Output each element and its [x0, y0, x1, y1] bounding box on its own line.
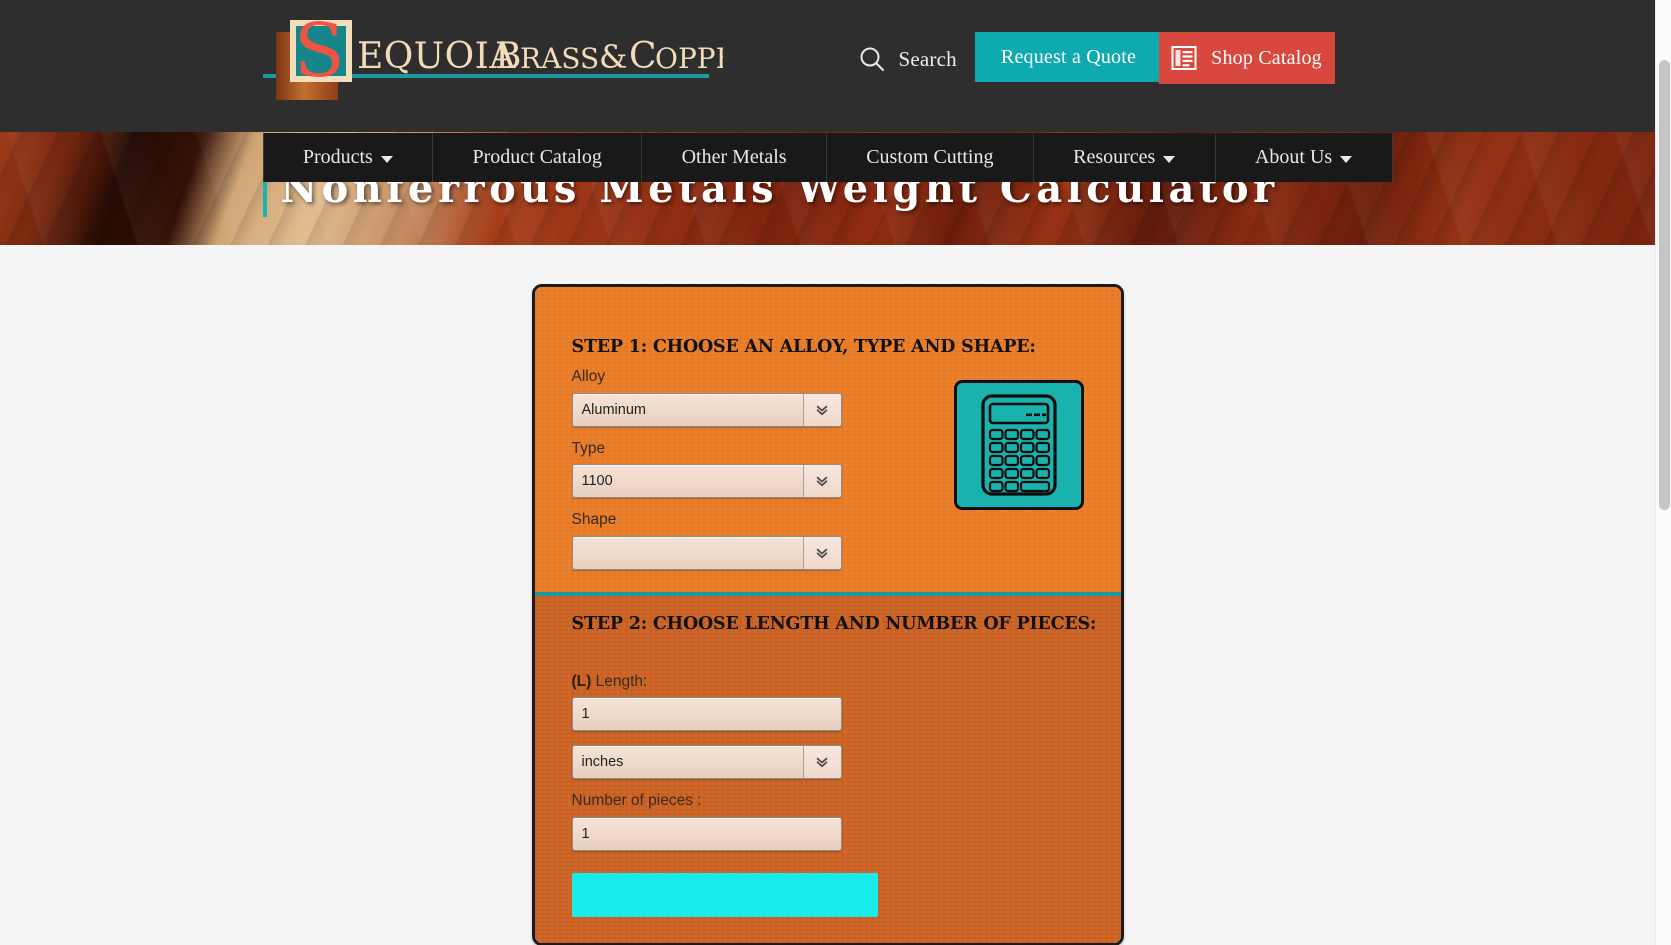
- pieces-input[interactable]: 1: [571, 816, 842, 851]
- request-quote-button[interactable]: Request a Quote: [974, 32, 1163, 82]
- length-unit-value: inches: [581, 754, 624, 771]
- length-label-symbol: (L): [571, 672, 592, 690]
- browser-viewport: S EQUOIA B RASS & C OPPER: [0, 0, 1671, 945]
- length-input-value: 1: [581, 706, 590, 723]
- step1-title: STEP 1: CHOOSE AN ALLOY, TYPE AND SHAPE:: [571, 337, 1036, 357]
- alloy-select-value: Aluminum: [581, 401, 646, 418]
- svg-text:RASS: RASS: [520, 42, 599, 75]
- nav-item-products[interactable]: Products: [264, 133, 434, 182]
- logo-artwork: S EQUOIA B RASS & C OPPER: [262, 8, 758, 104]
- search-icon: [857, 44, 887, 74]
- chevron-down-icon: [1340, 156, 1353, 163]
- nav-item-about-us[interactable]: About Us: [1216, 133, 1393, 182]
- main-navigation-inner: Products Product Catalog Other Metals Cu…: [262, 133, 1393, 182]
- nav-item-label: Resources: [1073, 146, 1156, 168]
- chevron-double-down-icon: [802, 746, 841, 779]
- page-root: S EQUOIA B RASS & C OPPER: [0, 0, 1655, 945]
- alloy-select[interactable]: Aluminum: [571, 392, 842, 427]
- calculate-button[interactable]: [571, 872, 878, 917]
- chevron-down-icon: [380, 156, 393, 163]
- search-label: Search: [898, 46, 957, 71]
- page-scrollbar-thumb[interactable]: [1659, 60, 1670, 510]
- site-logo[interactable]: S EQUOIA B RASS & C OPPER: [262, 8, 758, 104]
- nav-item-label: About Us: [1254, 146, 1333, 168]
- pieces-input-value: 1: [581, 825, 590, 842]
- site-header: S EQUOIA B RASS & C OPPER: [0, 0, 1655, 182]
- weight-calculator-card: STEP 1: CHOOSE AN ALLOY, TYPE AND SHAPE:…: [531, 284, 1124, 945]
- catalog-list-icon: [1171, 45, 1197, 71]
- length-input[interactable]: 1: [571, 697, 842, 732]
- site-header-inner: S EQUOIA B RASS & C OPPER: [262, 0, 1393, 132]
- nav-item-other-metals[interactable]: Other Metals: [642, 133, 827, 182]
- shop-catalog-button[interactable]: Shop Catalog: [1158, 32, 1335, 84]
- step2-title: STEP 2: CHOOSE LENGTH AND NUMBER OF PIEC…: [571, 613, 1097, 634]
- type-select-value: 1100: [581, 473, 613, 490]
- main-content: STEP 1: CHOOSE AN ALLOY, TYPE AND SHAPE:…: [0, 245, 1655, 945]
- svg-text:EQUOIA: EQUOIA: [357, 36, 516, 77]
- chevron-double-down-icon: [802, 536, 841, 569]
- calculator-icon: [953, 380, 1084, 510]
- length-label: (L) Length:: [572, 673, 1084, 692]
- nav-item-label: Other Metals: [681, 146, 787, 168]
- type-select[interactable]: 1100: [571, 464, 842, 499]
- svg-text:B: B: [495, 36, 521, 77]
- shape-label: Shape: [571, 511, 617, 529]
- svg-text:&: &: [599, 38, 627, 76]
- chevron-double-down-icon: [802, 393, 841, 426]
- nav-item-label: Custom Cutting: [866, 146, 994, 168]
- pieces-label: Number of pieces :: [571, 792, 702, 810]
- shop-catalog-label: Shop Catalog: [1211, 46, 1322, 69]
- search-button[interactable]: Search: [857, 40, 957, 78]
- main-navigation: Products Product Catalog Other Metals Cu…: [0, 133, 1655, 182]
- svg-text:C: C: [629, 36, 657, 77]
- shape-select[interactable]: [571, 535, 842, 570]
- step2-panel: STEP 2: CHOOSE LENGTH AND NUMBER OF PIEC…: [535, 596, 1121, 943]
- nav-item-label: Products: [302, 146, 373, 168]
- svg-text:OPPER: OPPER: [655, 42, 723, 75]
- step2-spacer: [572, 645, 1084, 673]
- svg-text:S: S: [294, 10, 345, 94]
- nav-item-custom-cutting[interactable]: Custom Cutting: [827, 133, 1034, 182]
- chevron-down-icon: [1163, 156, 1176, 163]
- page-scrollbar[interactable]: [1655, 0, 1671, 945]
- nav-item-label: Product Catalog: [472, 146, 602, 168]
- nav-item-resources[interactable]: Resources: [1034, 133, 1216, 182]
- length-label-text: Length:: [591, 672, 648, 690]
- length-unit-select[interactable]: inches: [571, 745, 842, 780]
- step1-panel: STEP 1: CHOOSE AN ALLOY, TYPE AND SHAPE:…: [534, 287, 1121, 596]
- nav-item-product-catalog[interactable]: Product Catalog: [433, 133, 643, 182]
- field-spacer: [572, 731, 1084, 745]
- chevron-double-down-icon: [802, 465, 841, 498]
